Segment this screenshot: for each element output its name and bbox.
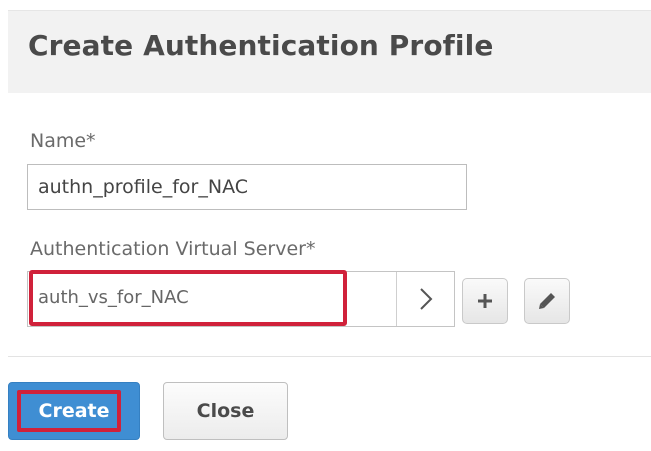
chevron-right-icon [419, 288, 432, 310]
name-input[interactable] [27, 164, 467, 210]
add-virtual-server-button[interactable] [462, 278, 508, 324]
auth-virtual-server-label: Authentication Virtual Server* [30, 238, 316, 260]
select-arrow-button[interactable] [397, 272, 454, 326]
name-label: Name* [30, 130, 96, 152]
footer-divider [8, 356, 651, 357]
dialog-header: Create Authentication Profile [8, 10, 651, 93]
pencil-icon [539, 293, 555, 309]
auth-virtual-server-value: auth_vs_for_NAC [38, 287, 189, 308]
close-button[interactable]: Close [163, 382, 288, 440]
edit-virtual-server-button[interactable] [524, 278, 570, 324]
dialog-title: Create Authentication Profile [28, 29, 494, 62]
plus-icon [478, 294, 492, 308]
create-button[interactable]: Create [8, 382, 140, 440]
auth-virtual-server-select[interactable]: auth_vs_for_NAC [27, 271, 455, 327]
